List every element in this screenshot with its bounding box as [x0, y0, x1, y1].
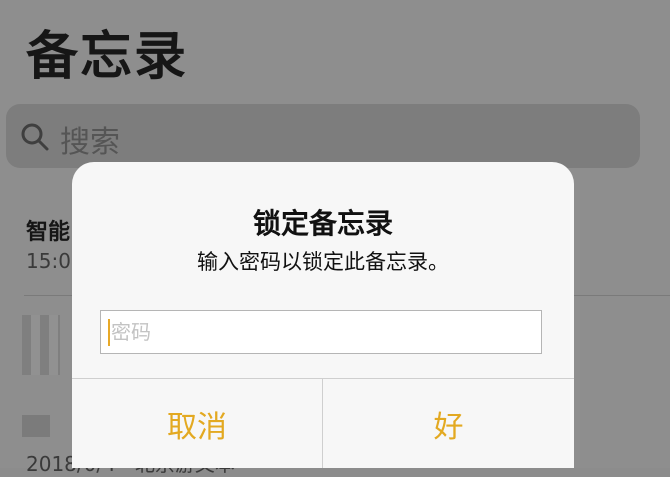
page-title: 备忘录: [26, 27, 189, 87]
alert-title: 锁定备忘录: [252, 207, 393, 240]
cancel-button[interactable]: 取消: [72, 379, 322, 468]
text-cursor: [108, 319, 110, 346]
ok-button[interactable]: 好: [323, 379, 574, 468]
lock-note-alert: 锁定备忘录 输入密码以锁定此备忘录。 取消 好: [72, 162, 574, 468]
blurred-thumbnail: [22, 315, 60, 375]
blurred-thumbnail: [22, 415, 50, 437]
note-time: 15:0: [26, 249, 71, 273]
password-input[interactable]: [100, 310, 542, 354]
search-icon: [21, 123, 49, 151]
note-title[interactable]: 智能: [26, 214, 70, 246]
search-bar[interactable]: 搜索: [6, 104, 640, 168]
search-placeholder: 搜索: [60, 125, 120, 160]
alert-message: 输入密码以锁定此备忘录。: [197, 250, 449, 274]
